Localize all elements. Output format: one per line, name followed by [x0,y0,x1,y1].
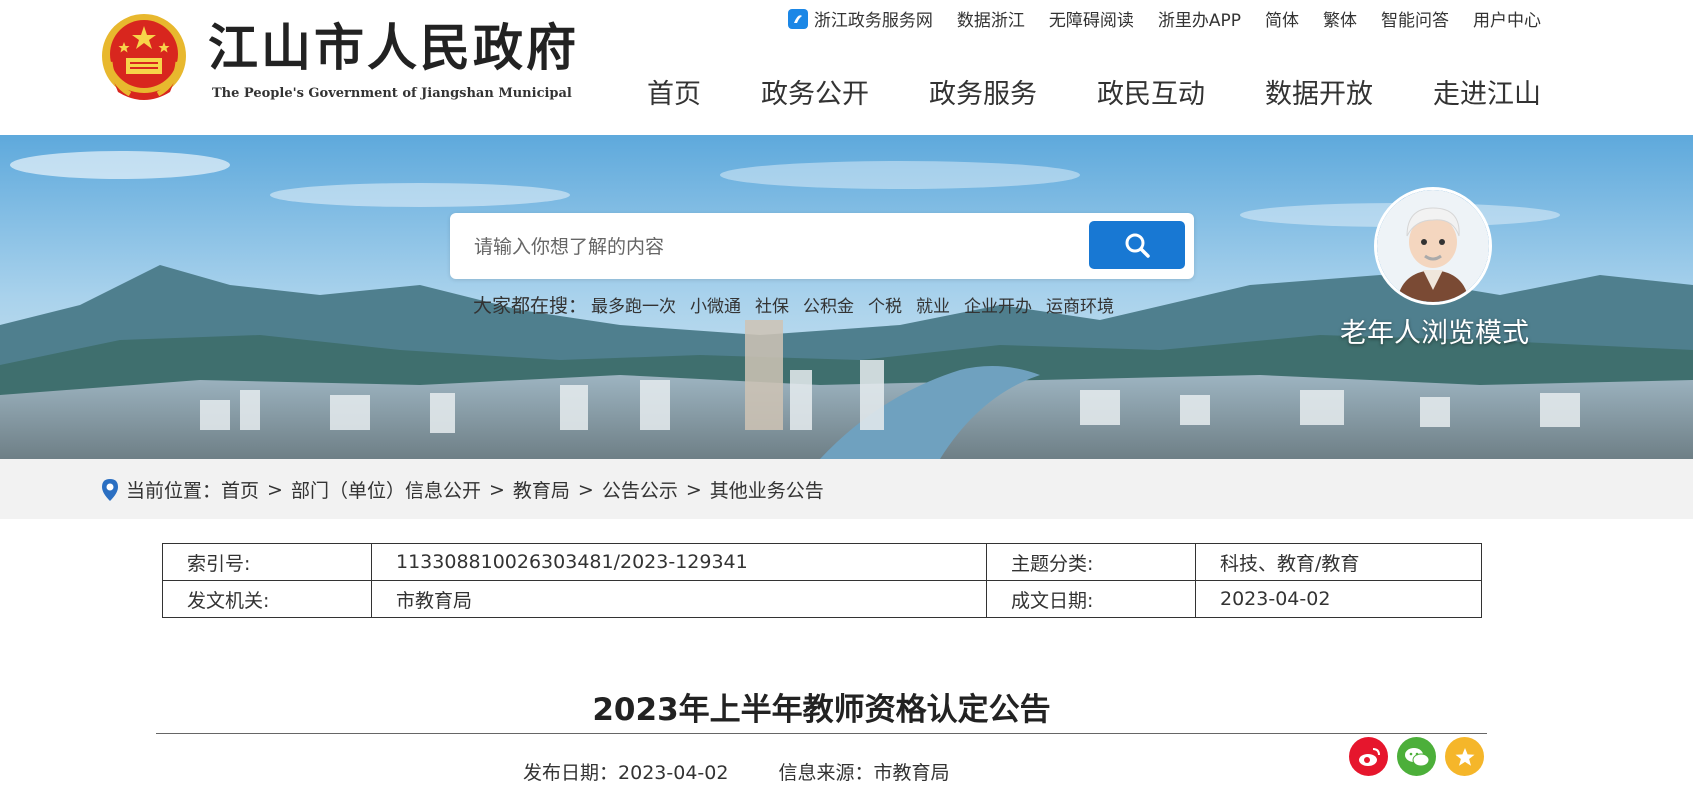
favorite-icon [1455,747,1474,766]
favorite-button[interactable] [1445,737,1484,776]
top-links: 浙江政务服务网 数据浙江 无障碍阅读 浙里办APP 简体 繁体 智能问答 用户中… [764,6,1541,31]
title-divider [156,733,1487,734]
site-header: 江山市人民政府 The People's Government of Jiang… [0,0,1693,135]
hot-term[interactable]: 公积金 [803,292,854,317]
top-link-label: 浙江政务服务网 [813,11,933,31]
document-meta-table: 索引号: 113308810026303481/2023-129341 主题分类… [162,543,1482,618]
elder-mode-label: 老年人浏览模式 [1340,318,1529,349]
breadcrumb-item-home[interactable]: 首页 [221,476,259,503]
publish-info: 发布日期：2023-04-02 信息来源：市教育局 [523,758,949,785]
top-link-smart-qa[interactable]: 智能问答 [1381,6,1449,31]
search-icon [1125,233,1150,258]
hot-term[interactable]: 最多跑一次 [591,292,676,317]
top-link-zheliban-app[interactable]: 浙里办APP [1158,6,1241,31]
top-link-zhejiang-service[interactable]: 浙江政务服务网 [787,6,933,31]
hero-banner: 大家都在搜： 最多跑一次 小微通 社保 公积金 个税 就业 企业开办 运商环境 … [0,135,1693,459]
table-row: 发文机关: 市教育局 成文日期: 2023-04-02 [162,580,1482,618]
breadcrumb-separator: > [267,478,283,501]
topic-value: 科技、教育/教育 [1195,543,1482,581]
main-nav: 首页 政务公开 政务服务 政民互动 数据开放 走进江山 [647,72,1541,111]
breadcrumb: 当前位置： 首页 > 部门（单位）信息公开 > 教育局 > 公告公示 > 其他业… [100,476,824,503]
source-value: 市教育局 [873,762,950,784]
issuer-value: 市教育局 [371,580,987,618]
top-link-accessibility[interactable]: 无障碍阅读 [1049,6,1134,31]
breadcrumb-item-education-bureau[interactable]: 教育局 [513,476,570,503]
weibo-share-button[interactable] [1349,737,1388,776]
article-title: 2023年上半年教师资格认定公告 [592,692,1051,728]
hot-term[interactable]: 小微通 [690,292,741,317]
nav-about-jiangshan[interactable]: 走进江山 [1433,72,1541,111]
zhejiang-service-icon [787,8,808,29]
breadcrumb-label: 当前位置： [126,480,222,502]
top-link-simplified[interactable]: 简体 [1265,6,1299,31]
written-date-label: 成文日期: [986,580,1196,618]
search-button[interactable] [1089,221,1185,269]
breadcrumb-item-other-announcements[interactable]: 其他业务公告 [710,476,824,503]
hot-term[interactable]: 个税 [868,292,902,317]
elder-avatar-icon [1374,187,1492,305]
table-row: 索引号: 113308810026303481/2023-129341 主题分类… [162,543,1482,581]
elder-mode-button[interactable]: 老年人浏览模式 [1340,187,1529,350]
publish-date-label: 发布日期： [523,762,619,784]
search-box [450,213,1194,279]
nav-government-affairs[interactable]: 政务公开 [761,72,869,111]
index-number-label: 索引号: [162,543,372,581]
breadcrumb-bar: 当前位置： 首页 > 部门（单位）信息公开 > 教育局 > 公告公示 > 其他业… [0,459,1693,519]
location-pin-icon [102,478,118,501]
source-label: 信息来源： [778,762,874,784]
nav-interaction[interactable]: 政民互动 [1097,72,1205,111]
hot-term[interactable]: 就业 [916,292,950,317]
hot-term[interactable]: 社保 [755,292,789,317]
nav-open-data[interactable]: 数据开放 [1265,72,1373,111]
issuer-label: 发文机关: [162,580,372,618]
weibo-icon [1358,747,1380,766]
share-buttons [1349,737,1493,776]
search-input[interactable] [472,225,1076,269]
site-subtitle: The People's Government of Jiangshan Mun… [212,86,572,101]
hot-term[interactable]: 企业开办 [964,292,1032,317]
top-link-user-center[interactable]: 用户中心 [1473,6,1541,31]
hot-term[interactable]: 运商环境 [1046,292,1114,317]
top-link-traditional[interactable]: 繁体 [1323,6,1357,31]
breadcrumb-item-department[interactable]: 部门（单位）信息公开 [291,476,481,503]
breadcrumb-separator: > [577,478,594,501]
nav-home[interactable]: 首页 [647,72,701,111]
breadcrumb-separator: > [685,478,702,501]
breadcrumb-item-announcements[interactable]: 公告公示 [602,476,678,503]
national-emblem-logo [102,14,186,100]
top-link-data-zhejiang[interactable]: 数据浙江 [957,6,1025,31]
topic-label: 主题分类: [986,543,1196,581]
wechat-icon [1404,747,1429,766]
written-date-value: 2023-04-02 [1195,580,1482,618]
nav-government-services[interactable]: 政务服务 [929,72,1037,111]
publish-date-value: 2023-04-02 [618,762,729,784]
index-number-value: 113308810026303481/2023-129341 [371,543,987,581]
hot-searches: 大家都在搜： 最多跑一次 小微通 社保 公积金 个税 就业 企业开办 运商环境 [473,291,1114,318]
wechat-share-button[interactable] [1397,737,1436,776]
hot-search-label: 大家都在搜： [473,295,588,317]
breadcrumb-separator: > [488,478,505,501]
site-title: 江山市人民政府 [208,19,579,77]
